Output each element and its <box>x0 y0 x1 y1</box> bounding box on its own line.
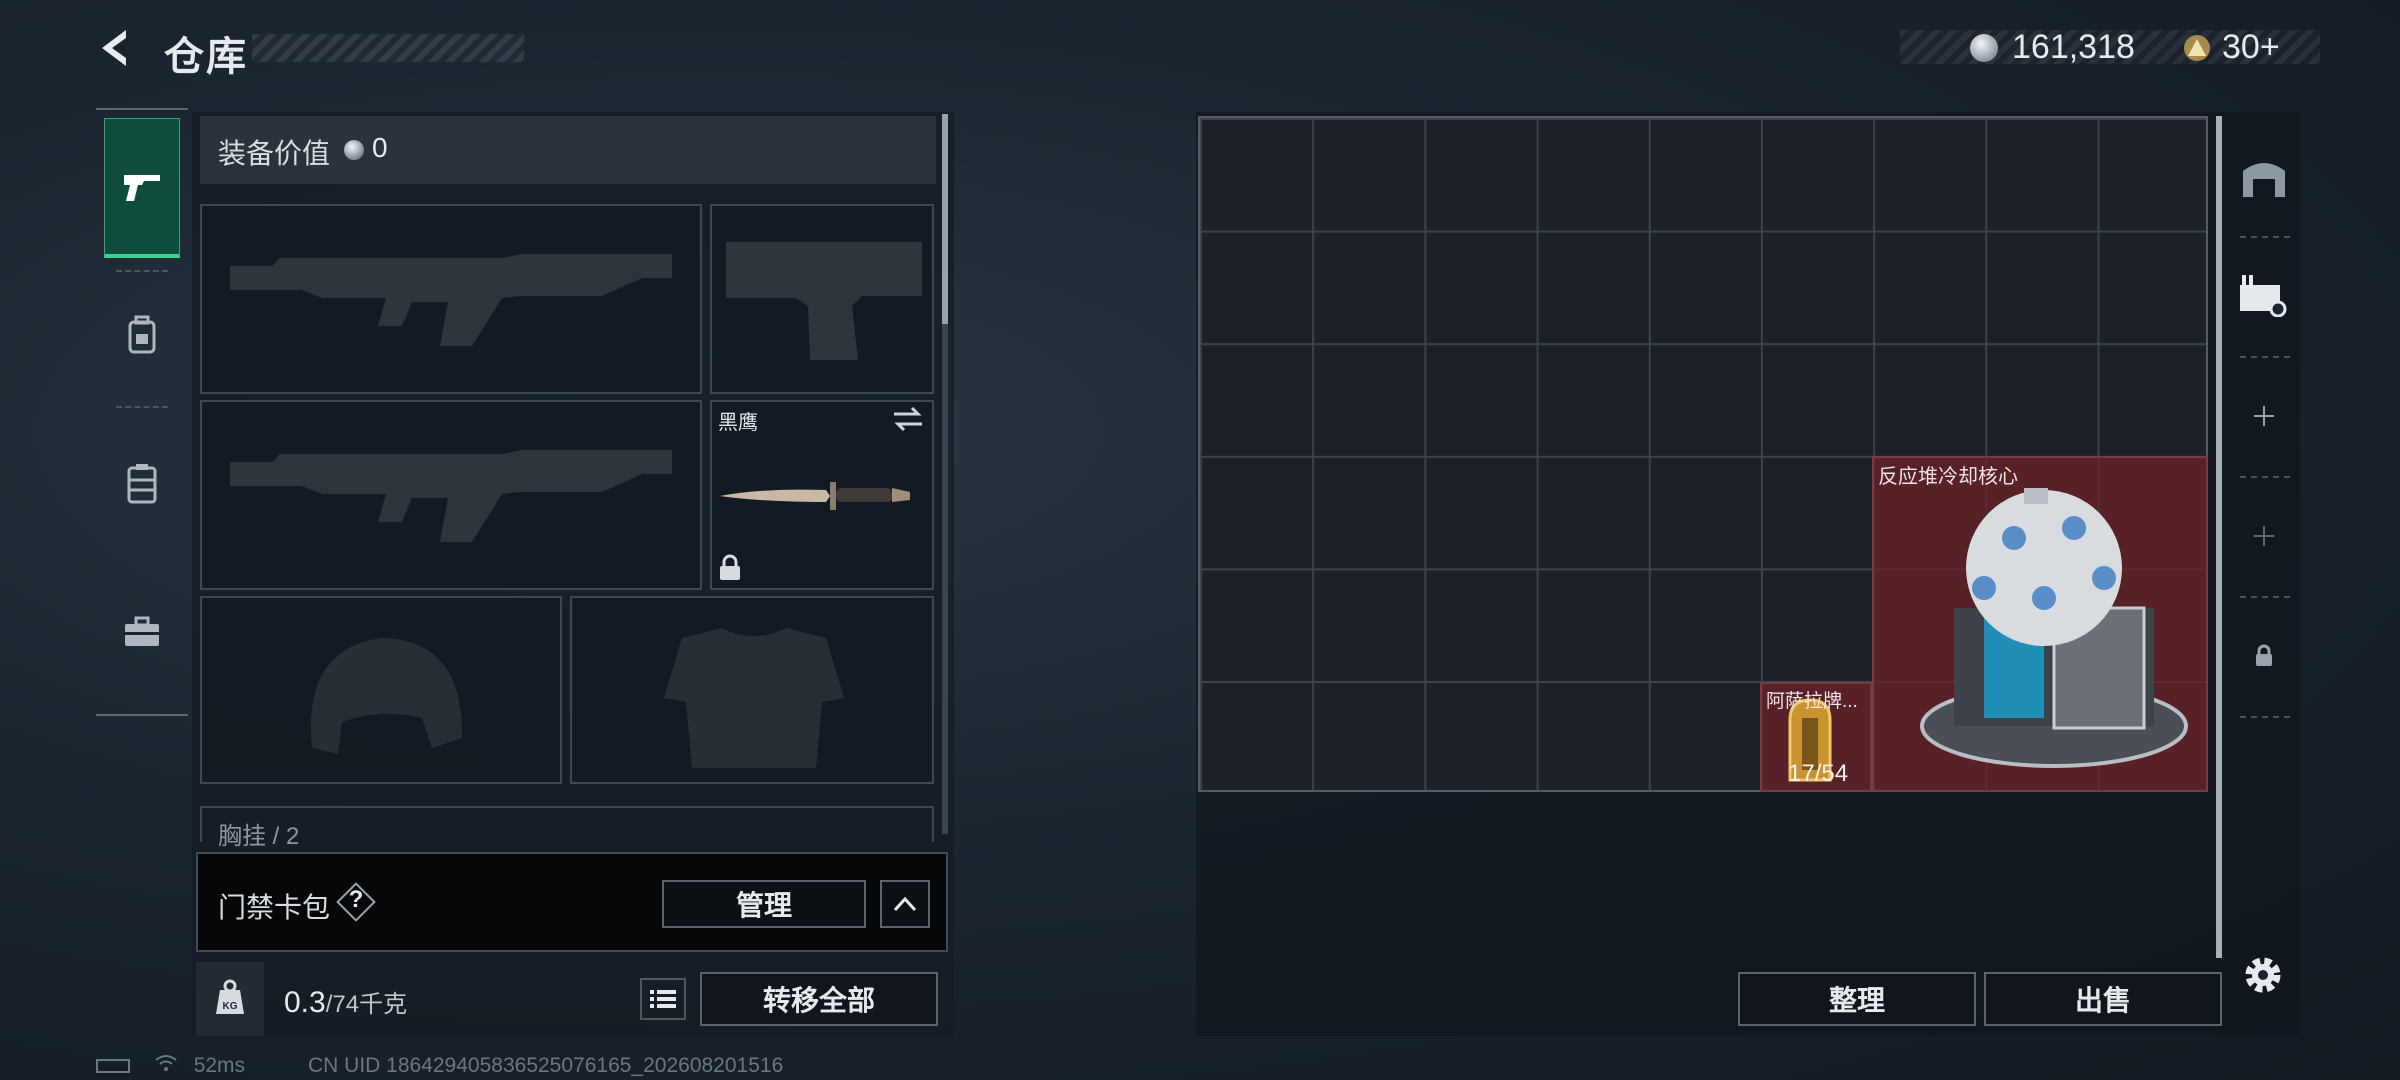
tab-chest-rig[interactable] <box>104 414 180 554</box>
chest-rig-slot[interactable] <box>200 806 934 842</box>
side-separator <box>2240 476 2290 478</box>
warehouse-icon[interactable] <box>2238 150 2290 202</box>
page-title: 仓库 <box>164 35 248 79</box>
rifle-silhouette-icon <box>230 254 672 346</box>
storage-expand-icon[interactable] <box>2238 268 2290 320</box>
backpack-icon <box>128 315 156 354</box>
side-separator <box>2240 596 2290 598</box>
title-decoration <box>252 34 524 62</box>
premium-currency-icon <box>2182 34 2212 62</box>
gear-icon[interactable] <box>2240 952 2286 998</box>
primary-weapon-slot-2[interactable] <box>200 400 702 590</box>
status-bar: 52ms <box>96 1054 245 1078</box>
side-separator <box>2240 236 2290 238</box>
pistol-icon <box>124 174 160 201</box>
equipment-value: 0 <box>372 132 388 163</box>
weight-current: 0.3 <box>284 986 326 1019</box>
lock-icon[interactable] <box>2238 630 2290 682</box>
vest-icon <box>127 464 157 504</box>
side-separator <box>2240 716 2290 718</box>
weight-capacity: /74千克 <box>325 991 408 1018</box>
ping-value: 52ms <box>193 1054 246 1077</box>
tab-backpack[interactable] <box>104 266 180 406</box>
equipment-value-label: 装备价值 <box>218 138 331 169</box>
weight-indicator: KG <box>196 962 264 1036</box>
melee-name: 黑鹰 <box>718 412 758 434</box>
wifi-icon <box>154 1054 178 1078</box>
coin-icon <box>344 140 364 160</box>
armor-slot[interactable] <box>570 596 934 784</box>
tab-safebox[interactable] <box>104 562 180 702</box>
equipment-scroll-thumb[interactable] <box>942 114 948 324</box>
back-arrow-icon <box>102 30 126 66</box>
add-storage-icon[interactable] <box>2238 510 2290 562</box>
item-count: 17/54 <box>1788 760 1849 787</box>
collapse-button[interactable] <box>880 880 930 928</box>
back-button[interactable] <box>96 26 136 70</box>
storage-scrollbar[interactable] <box>2216 116 2222 958</box>
hafu-coin-icon <box>1970 34 1998 62</box>
chevron-up-icon <box>893 896 917 912</box>
body-armor-silhouette-icon <box>664 628 844 768</box>
transfer-all-button[interactable]: 转移全部 <box>700 972 938 1026</box>
user-uid: CN UID 18642940583652507616​5_2026082015… <box>308 1054 784 1077</box>
helmet-slot[interactable] <box>200 596 562 784</box>
help-icon: ? <box>348 886 364 913</box>
keycard-pack-label: 门禁卡包 <box>218 892 331 923</box>
tab-weapons[interactable] <box>104 118 180 258</box>
pistol-silhouette-icon <box>726 242 922 360</box>
list-icon <box>650 990 676 1008</box>
lock-icon <box>718 554 742 587</box>
manage-button[interactable]: 管理 <box>662 880 866 928</box>
reactor-core-icon <box>1920 488 2188 768</box>
rifle-silhouette-icon <box>230 450 672 542</box>
storage-item-reactor-core[interactable] <box>1872 456 2208 792</box>
briefcase-icon <box>125 616 159 646</box>
currency-secondary: 30+ <box>2222 28 2280 66</box>
sidearm-slot[interactable] <box>710 204 934 394</box>
add-storage-icon[interactable] <box>2238 390 2290 442</box>
side-separator <box>2240 356 2290 358</box>
currency-primary: 161,318 <box>2012 28 2135 66</box>
tab-separator <box>116 406 168 408</box>
list-view-button[interactable] <box>640 978 686 1020</box>
chest-rig-label: 胸挂 / 2 <box>218 823 300 850</box>
swap-icon[interactable] <box>892 406 924 437</box>
item-name: 反应堆冷却核心 <box>1878 466 2018 488</box>
kg-weight-icon: KG <box>216 979 244 1014</box>
primary-weapon-slot-1[interactable] <box>200 204 702 394</box>
battery-icon <box>96 1059 130 1074</box>
svg-text:KG: KG <box>223 1001 238 1012</box>
item-name: 阿萨拉牌... <box>1766 691 1858 712</box>
sell-button[interactable]: 出售 <box>1984 972 2222 1026</box>
sort-button[interactable]: 整理 <box>1738 972 1976 1026</box>
carry-weight: 0.3/74千克 <box>284 984 407 1020</box>
helmet-silhouette-icon <box>310 638 463 754</box>
